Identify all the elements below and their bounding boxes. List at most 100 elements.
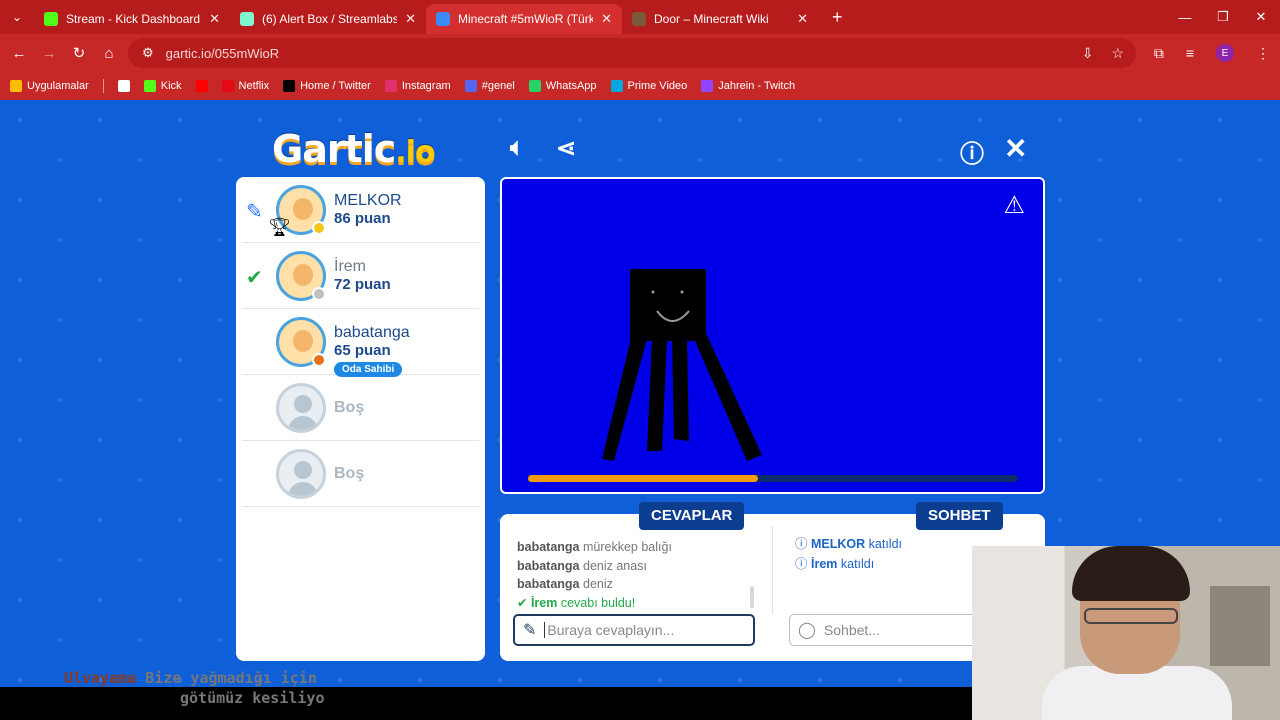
answer-row: babatanga deniz: [517, 575, 757, 594]
streamer-shirt: [1042, 666, 1232, 720]
browser-tab[interactable]: Stream - Kick Dashboard ✕: [34, 4, 230, 34]
close-window-icon[interactable]: ✕: [1242, 9, 1280, 25]
close-icon[interactable]: ✕: [1004, 132, 1027, 165]
player-name: İrem: [334, 258, 366, 275]
answers-list: babatanga mürekkep balığı babatanga deniz…: [517, 538, 757, 612]
answers-header[interactable]: CEVAPLAR: [639, 502, 745, 530]
chat-user: MELKOR: [810, 537, 866, 551]
bookmark-item[interactable]: Prime Video: [610, 80, 687, 92]
forward-icon[interactable]: →: [34, 45, 64, 62]
empty-avatar: [276, 449, 326, 499]
bookmark-item[interactable]: Jahrein - Twitch: [701, 80, 795, 92]
drawing-canvas[interactable]: ⚠: [500, 177, 1045, 494]
bookmark-icon: [283, 80, 296, 92]
drawing-eye-right: [680, 290, 684, 294]
answer-row: ✔ İrem cevabı buldu!: [517, 594, 757, 613]
tab-title: Minecraft #5mWioR (Türkçe) - G: [458, 12, 594, 26]
answer-user: İrem: [530, 595, 558, 610]
bookmark-item[interactable]: Netflix: [221, 80, 269, 92]
new-tab-button[interactable]: +: [832, 7, 843, 28]
reload-icon[interactable]: ↻: [64, 44, 94, 62]
player-row[interactable]: Boş: [242, 441, 479, 507]
install-app-icon[interactable]: ⇩: [1082, 45, 1094, 62]
address-bar[interactable]: ⚙ gartic.io/055mWioR ⇩ ☆: [128, 38, 1136, 68]
share-icon[interactable]: ⋖: [556, 134, 576, 163]
answer-user: babatanga: [517, 558, 580, 573]
bookmark-icon: [195, 80, 208, 92]
tab-favicon-icon: [436, 12, 450, 26]
trophy-icon: 🏆︎: [268, 217, 291, 237]
panel-divider: [772, 526, 773, 614]
subtitle-line-1: Bize yağmadığı için: [136, 669, 317, 687]
pencil-icon: ✎: [523, 622, 537, 639]
wall-portrait: [1210, 586, 1270, 666]
bookmark-label: Instagram: [401, 80, 451, 92]
info-icon: ⓘ: [795, 537, 811, 551]
bookmark-icon: [143, 80, 156, 92]
player-score: 65 puan: [334, 342, 391, 359]
info-icon: ⓘ: [795, 557, 811, 571]
home-icon[interactable]: ⌂: [94, 45, 124, 62]
stream-subtitle: Ulvayama Bize yağmadığı için götümüz kes…: [64, 668, 325, 708]
bookmark-item[interactable]: Home / Twitter: [283, 80, 371, 92]
tab-close-icon[interactable]: ✕: [797, 11, 808, 27]
answer-input[interactable]: ✎ Buraya cevaplayın...: [513, 614, 755, 646]
subtitle-highlight: Ulvayama: [64, 669, 137, 687]
answers-scrollbar[interactable]: [750, 586, 754, 608]
gartic-logo[interactable]: Gartic.io: [272, 127, 436, 171]
answer-text: mürekkep balığı: [583, 540, 672, 554]
tab-favicon-icon: [632, 12, 646, 26]
menu-icon[interactable]: ⋮: [1256, 45, 1270, 62]
tab-title: Door – Minecraft Wiki: [654, 12, 769, 26]
profile-avatar[interactable]: E: [1216, 44, 1234, 62]
url-text: gartic.io/055mWioR: [165, 45, 280, 61]
bookmark-icon: [701, 80, 714, 92]
tab-search-button[interactable]: ⌄: [0, 0, 34, 34]
player-list: ✎ 🏆︎ MELKOR 86 puan ✔ İrem 72 puan babatan…: [236, 177, 485, 661]
chat-row: ⓘ MELKOR katıldı: [795, 534, 902, 554]
drawing-head: [630, 269, 706, 341]
bookmark-item[interactable]: [195, 80, 208, 92]
bookmark-item[interactable]: Instagram: [384, 80, 451, 92]
bookmark-icon: [10, 80, 22, 92]
check-icon: ✔: [517, 595, 531, 610]
player-row[interactable]: ✎ 🏆︎ MELKOR 86 puan: [242, 177, 479, 243]
player-row[interactable]: babatanga 65 puan Oda Sahibi: [242, 309, 479, 377]
tab-title: Stream - Kick Dashboard: [66, 12, 201, 26]
media-control-icon[interactable]: ≡: [1186, 45, 1194, 61]
player-row[interactable]: Boş: [242, 375, 479, 441]
info-icon[interactable]: ⓘ: [960, 134, 984, 169]
browser-tab[interactable]: Door – Minecraft Wiki ✕: [622, 4, 818, 34]
back-icon[interactable]: ←: [4, 45, 34, 62]
extensions-icon[interactable]: ⧉: [1154, 45, 1164, 62]
chat-placeholder: Sohbet...: [823, 622, 880, 638]
bookmark-icon: [221, 80, 234, 92]
browser-tab[interactable]: (6) Alert Box / Streamlabs ✕: [230, 4, 426, 34]
browser-tab[interactable]: Minecraft #5mWioR (Türkçe) - G ✕: [426, 4, 622, 34]
minimize-icon[interactable]: —: [1166, 10, 1204, 25]
site-info-icon[interactable]: ⚙: [142, 45, 154, 61]
bookmark-item[interactable]: Kick: [143, 80, 182, 92]
bookmark-icon: [610, 80, 623, 92]
bookmark-label: Jahrein - Twitch: [718, 80, 796, 92]
tab-close-icon[interactable]: ✕: [405, 11, 416, 27]
maximize-icon[interactable]: ❐: [1204, 9, 1242, 25]
logo-suffix: .io: [395, 135, 435, 170]
sound-icon[interactable]: 🔈︎: [510, 134, 524, 162]
timer-bar: [528, 475, 1018, 482]
tab-close-icon[interactable]: ✕: [209, 11, 220, 27]
bookmark-item[interactable]: Uygulamalar: [10, 80, 89, 92]
player-name: babatanga: [334, 324, 410, 341]
bookmark-item[interactable]: #genel: [464, 80, 515, 92]
player-row[interactable]: ✔ İrem 72 puan: [242, 243, 479, 309]
avatar-face: [293, 330, 313, 352]
bookmark-icon: [464, 80, 477, 92]
bookmark-star-icon[interactable]: ☆: [1111, 45, 1124, 62]
subtitle-line-2: götümüz kesiliyo: [180, 689, 325, 707]
tab-close-icon[interactable]: ✕: [601, 11, 612, 27]
bookmark-item[interactable]: [117, 80, 130, 92]
bookmark-item[interactable]: WhatsApp: [528, 80, 597, 92]
chat-header[interactable]: SOHBET: [916, 502, 1003, 530]
bookmark-label: Uygulamalar: [27, 80, 89, 92]
avatar-body: [288, 482, 318, 496]
